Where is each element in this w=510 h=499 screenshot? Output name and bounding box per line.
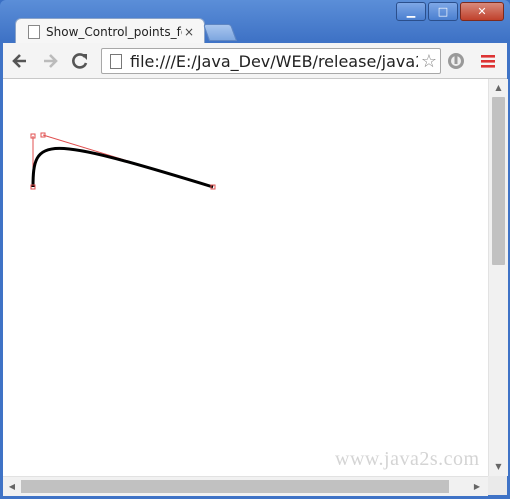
scroll-right-arrow[interactable]: ▶ <box>470 477 484 496</box>
horizontal-scrollbar[interactable]: ◀ ▶ <box>3 476 488 496</box>
scroll-down-arrow[interactable]: ▼ <box>489 460 508 474</box>
document-icon <box>28 25 40 39</box>
watermark: www.java2s.com <box>335 448 480 470</box>
forward-button[interactable] <box>39 50 61 72</box>
scroll-up-arrow[interactable]: ▲ <box>489 81 508 95</box>
tab-title: Show_Control_points_for_ <box>46 25 182 39</box>
extension-shield-icon <box>448 53 464 69</box>
browser-tab[interactable]: Show_Control_points_for_ × <box>15 18 205 45</box>
page-icon <box>110 53 122 69</box>
bezier-curve <box>31 146 214 189</box>
reload-button[interactable] <box>69 50 91 72</box>
horizontal-scroll-thumb[interactable] <box>21 480 449 493</box>
vertical-scroll-thumb[interactable] <box>492 97 505 265</box>
extension-button[interactable] <box>445 50 467 72</box>
scroll-left-arrow[interactable]: ◀ <box>5 477 19 496</box>
vertical-scrollbar[interactable]: ▲ ▼ <box>488 79 508 476</box>
browser-window: ▁ □ ✕ Show_Control_points_for_ × fil <box>0 0 510 499</box>
menu-button[interactable] <box>477 50 499 72</box>
back-button[interactable] <box>9 50 31 72</box>
hamburger-menu-icon <box>481 55 495 68</box>
arrow-left-icon <box>12 54 26 68</box>
bezier-canvas <box>30 132 216 190</box>
star-icon[interactable]: ☆ <box>418 51 440 72</box>
url-text[interactable]: file:///E:/Java_Dev/WEB/release/java2sID… <box>130 52 418 71</box>
address-bar[interactable]: file:///E:/Java_Dev/WEB/release/java2sID… <box>101 48 441 74</box>
tab-close-button[interactable]: × <box>182 25 196 39</box>
new-tab-button[interactable] <box>202 24 238 41</box>
minimize-button[interactable]: ▁ <box>396 2 426 21</box>
close-window-button[interactable]: ✕ <box>460 2 504 21</box>
maximize-button[interactable]: □ <box>428 2 458 21</box>
toolbar: file:///E:/Java_Dev/WEB/release/java2sID… <box>3 43 507 79</box>
reload-icon <box>72 53 88 69</box>
window-controls: ▁ □ ✕ <box>396 2 504 21</box>
scrollbar-corner <box>488 476 507 495</box>
arrow-right-icon <box>44 54 58 68</box>
page-content: www.java2s.com <box>3 79 488 476</box>
